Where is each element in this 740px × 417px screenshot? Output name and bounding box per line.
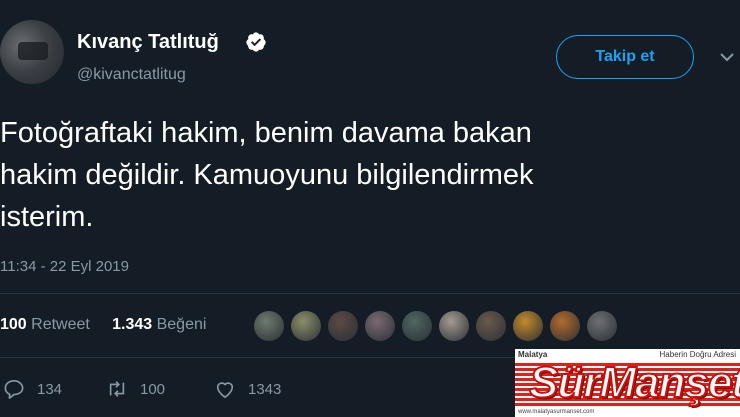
liker-avatar[interactable] [291, 311, 321, 341]
divider [0, 293, 740, 294]
liker-avatar[interactable] [476, 311, 506, 341]
like-action-count: 1343 [248, 380, 282, 398]
surmanset-watermark-logo: Malatya Haberin Doğru Adresi SürManşet w… [515, 349, 740, 417]
liker-avatar[interactable] [550, 311, 580, 341]
reply-icon[interactable] [3, 379, 25, 399]
divider [0, 357, 515, 358]
watermark-brand: SürManşet [528, 357, 740, 408]
like-action[interactable]: 1343 [214, 379, 281, 399]
user-avatar[interactable] [0, 20, 64, 84]
user-name[interactable]: Kıvanç Tatlıtuğ [77, 31, 219, 54]
liker-avatar[interactable] [513, 311, 543, 341]
tweet-stats: 100 Retweet 1.343 Beğeni [0, 316, 206, 334]
retweet-action-count: 100 [140, 380, 166, 398]
tweet-text: Fotoğraftaki hakim, benim davama bakan h… [0, 112, 735, 238]
tweet-timestamp[interactable]: 11:34 - 22 Eyl 2019 [0, 258, 129, 275]
tweet-line: isterim. [0, 201, 94, 233]
reply-action[interactable]: 134 [3, 379, 62, 399]
reply-count: 134 [37, 380, 63, 398]
tweet-line: hakim değildir. Kamuoyunu bilgilendirmek [0, 159, 534, 191]
chevron-down-icon[interactable] [719, 52, 735, 62]
retweet-icon[interactable] [106, 379, 128, 399]
retweet-label[interactable]: Retweet [31, 316, 90, 333]
verified-badge-icon [246, 32, 266, 52]
heart-icon[interactable] [214, 379, 236, 399]
tweet-line: Fotoğraftaki hakim, benim davama bakan [0, 117, 532, 149]
liker-avatar[interactable] [402, 311, 432, 341]
liker-avatar[interactable] [439, 311, 469, 341]
liker-avatar[interactable] [365, 311, 395, 341]
follow-button[interactable]: Takip et [556, 35, 694, 79]
like-label[interactable]: Beğeni [157, 316, 207, 333]
retweet-action[interactable]: 100 [106, 379, 165, 399]
watermark-url: www.malatyasurmanset.com [518, 409, 595, 415]
retweet-count[interactable]: 100 [0, 316, 27, 333]
like-count[interactable]: 1.343 [112, 316, 152, 333]
liker-avatar[interactable] [328, 311, 358, 341]
liker-avatar[interactable] [587, 311, 617, 341]
user-handle[interactable]: @kivanctatlitug [77, 66, 186, 84]
liker-avatar[interactable] [254, 311, 284, 341]
liker-avatars [254, 311, 617, 341]
